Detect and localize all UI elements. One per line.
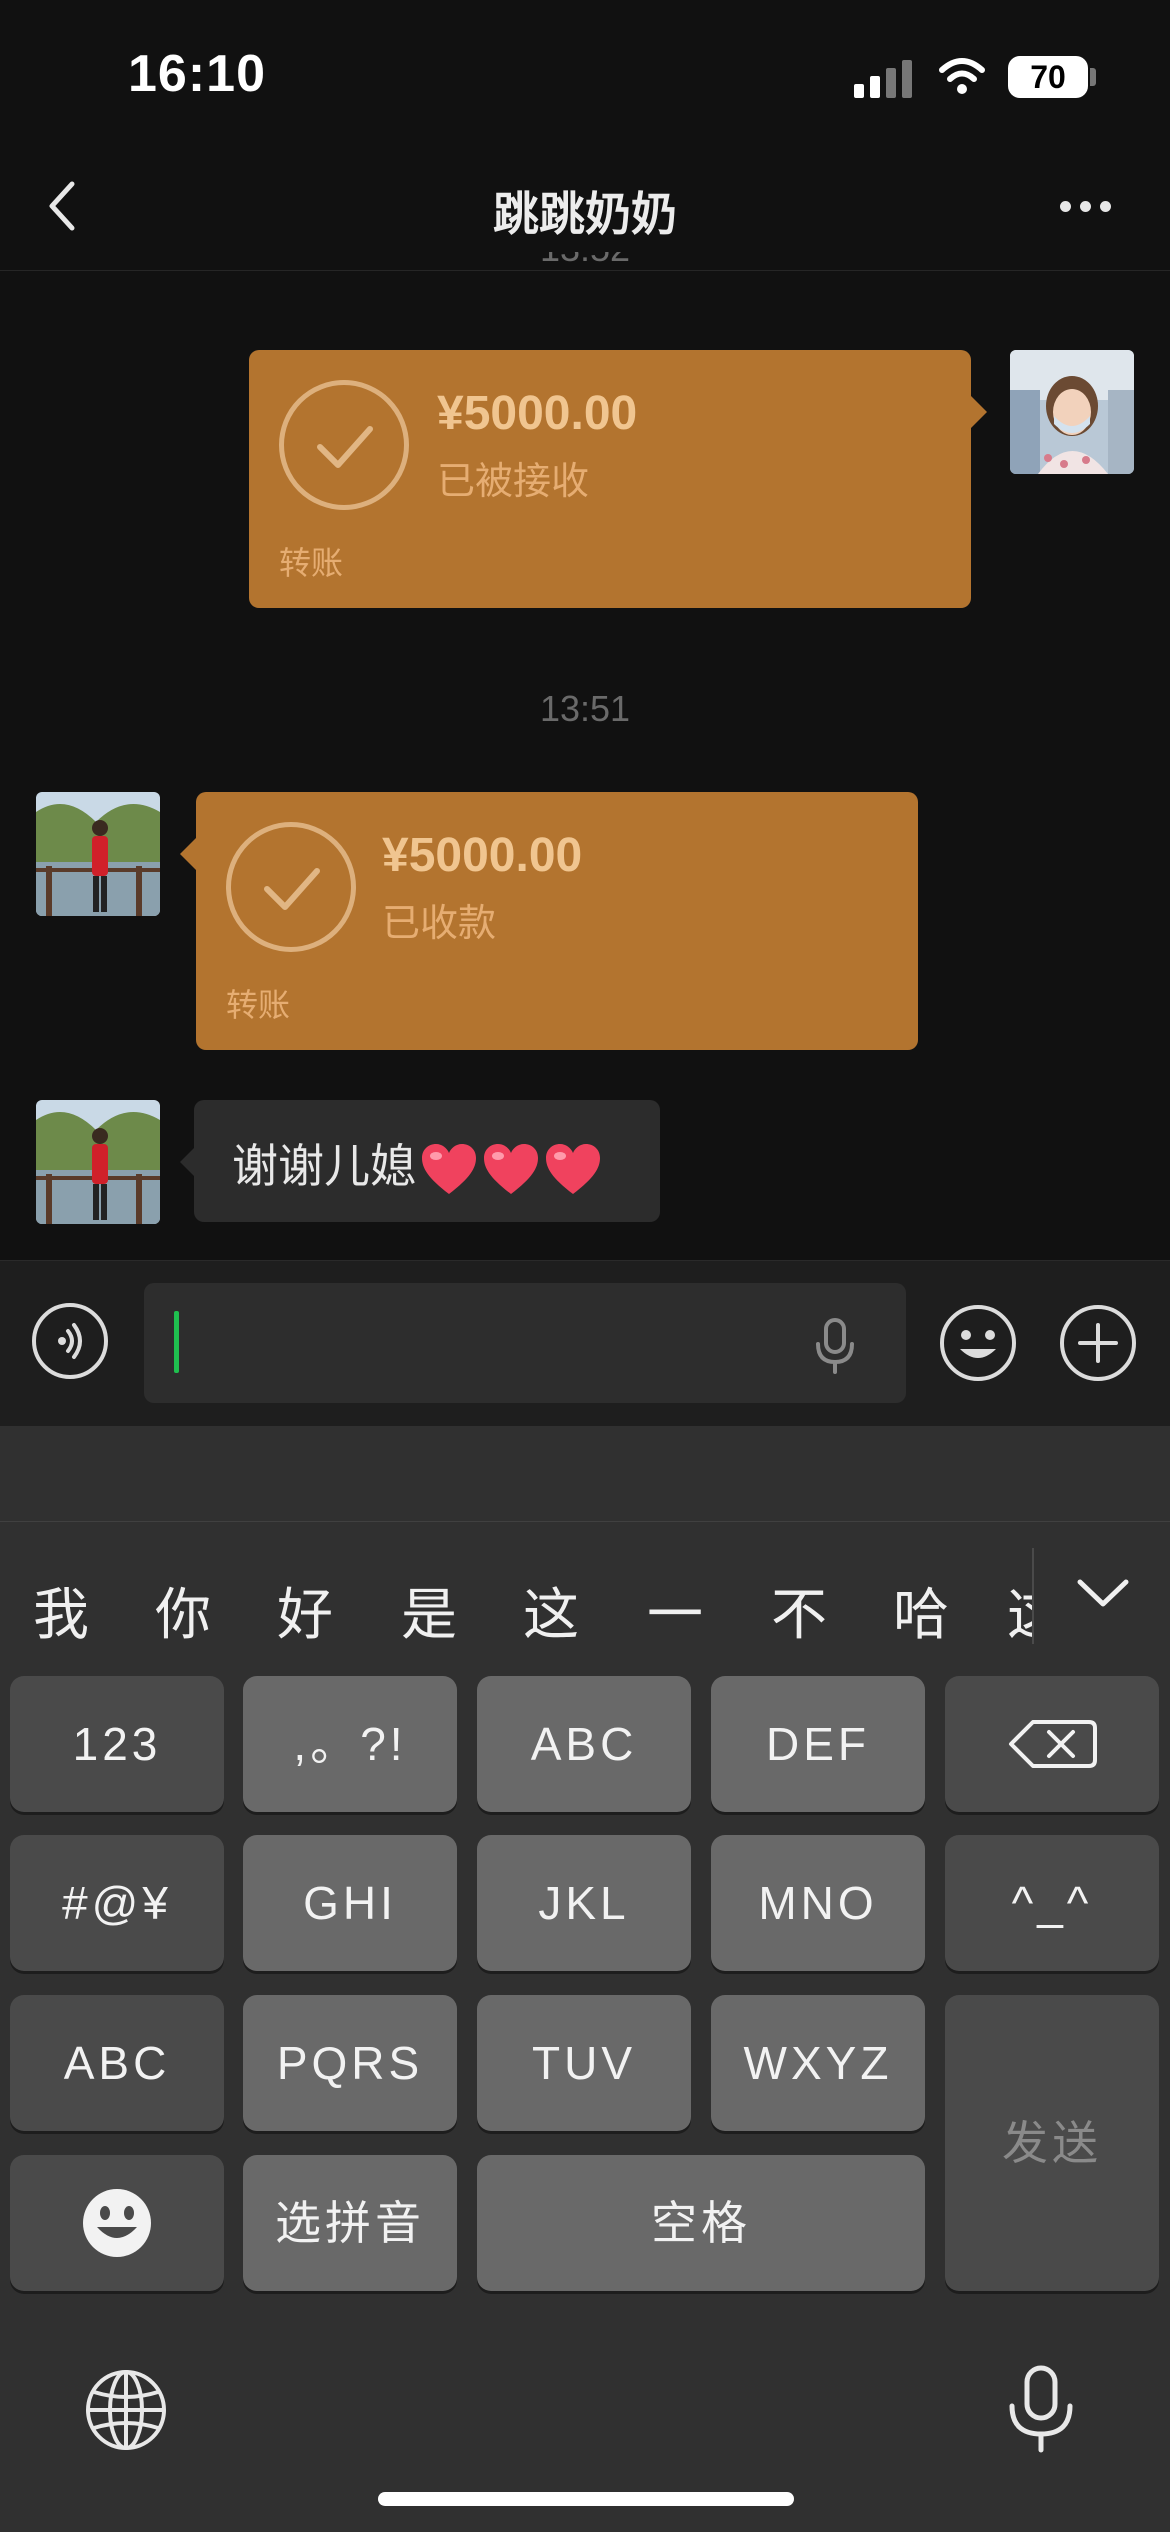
key-ghi[interactable]: GHI (243, 1835, 457, 1971)
heart-emoji (546, 1143, 600, 1194)
key-punctuation[interactable]: ,。?! (243, 1676, 457, 1812)
transfer-type: 转账 (279, 544, 344, 582)
home-indicator[interactable] (378, 2492, 794, 2506)
battery-icon: 70 (1008, 56, 1088, 98)
key-abc[interactable]: ABC (477, 1676, 691, 1812)
key-abc-switch[interactable]: ABC (10, 1995, 224, 2131)
candidate-word[interactable]: 不 (754, 1570, 844, 1650)
chat-title: 跳跳奶奶 (493, 187, 677, 241)
candidate-word[interactable]: 一 (630, 1570, 720, 1650)
timestamp: 13:51 (539, 688, 631, 729)
message-input[interactable] (144, 1283, 906, 1403)
key-123[interactable]: 123 (10, 1676, 224, 1812)
key-kaomoji[interactable]: ^_^ (945, 1835, 1159, 1971)
candidate-word[interactable]: 哈 (876, 1570, 966, 1650)
heart-emoji (422, 1143, 476, 1194)
transfer-status: 已收款 (382, 901, 497, 945)
candidate-word[interactable]: 我 (16, 1570, 106, 1650)
candidate-word[interactable]: 是 (384, 1570, 474, 1650)
backspace-icon (1009, 1720, 1097, 1768)
candidate-word[interactable]: 好 (260, 1570, 350, 1650)
candidate-bar: 我 你 好 是 这 一 不 哈 这 (0, 1522, 1170, 1682)
text-caret (174, 1311, 179, 1373)
key-select-pinyin[interactable]: 选拼音 (243, 2155, 457, 2291)
cellular-signal-icon (854, 58, 914, 98)
bubble-tail (971, 396, 987, 428)
transfer-status: 已被接收 (437, 459, 590, 503)
received-transfer-card[interactable]: ¥5000.00 已收款 转账 (196, 792, 918, 1050)
wifi-icon (939, 58, 985, 94)
sent-transfer-card[interactable]: ¥5000.00 已被接收 转账 (249, 350, 971, 608)
transfer-amount: ¥5000.00 (382, 829, 583, 882)
transfer-type: 转账 (226, 986, 291, 1024)
globe-icon[interactable] (84, 2368, 168, 2452)
text-message-bubble[interactable]: 谢谢儿媳 (194, 1100, 660, 1222)
check-icon (279, 380, 409, 510)
candidate-word[interactable]: 这 (990, 1570, 1032, 1650)
voice-input-button[interactable] (32, 1303, 108, 1379)
key-jkl[interactable]: JKL (477, 1835, 691, 1971)
candidate-word[interactable]: 这 (506, 1570, 596, 1650)
mic-icon[interactable] (812, 1316, 858, 1376)
battery-tip (1090, 68, 1096, 86)
emoji-icon[interactable] (938, 1303, 1018, 1383)
contact-avatar[interactable] (36, 792, 160, 916)
key-mno[interactable]: MNO (711, 1835, 925, 1971)
key-tuv[interactable]: TUV (477, 1995, 691, 2131)
heart-emoji (484, 1143, 538, 1194)
bubble-tail (180, 838, 196, 870)
contact-avatar[interactable] (36, 1100, 160, 1224)
voice-icon (58, 1323, 82, 1359)
more-options-button[interactable] (1050, 196, 1120, 216)
key-wxyz[interactable]: WXYZ (711, 1995, 925, 2131)
candidate-word[interactable]: 你 (138, 1570, 228, 1650)
timestamp-partial: 13:52 (0, 252, 1170, 272)
transfer-amount: ¥5000.00 (437, 387, 638, 440)
my-avatar[interactable] (1010, 350, 1134, 474)
delete-key[interactable] (945, 1676, 1159, 1812)
emoji-icon (83, 2189, 151, 2257)
candidate-separator (1032, 1548, 1034, 1644)
keyboard-top-area (0, 1426, 1170, 1522)
chevron-down-icon[interactable] (1074, 1574, 1132, 1614)
key-def[interactable]: DEF (711, 1676, 925, 1812)
plus-icon[interactable] (1058, 1303, 1138, 1383)
key-symbols[interactable]: #@¥ (10, 1835, 224, 1971)
send-key[interactable]: 发送 (945, 1995, 1159, 2291)
space-key[interactable]: 空格 (477, 2155, 925, 2291)
emoji-key[interactable] (10, 2155, 224, 2291)
dictation-mic-icon[interactable] (1004, 2364, 1078, 2456)
key-pqrs[interactable]: PQRS (243, 1995, 457, 2131)
check-icon (226, 822, 356, 952)
status-time: 16:10 (128, 45, 266, 103)
message-text: 谢谢儿媳 (232, 1139, 416, 1193)
